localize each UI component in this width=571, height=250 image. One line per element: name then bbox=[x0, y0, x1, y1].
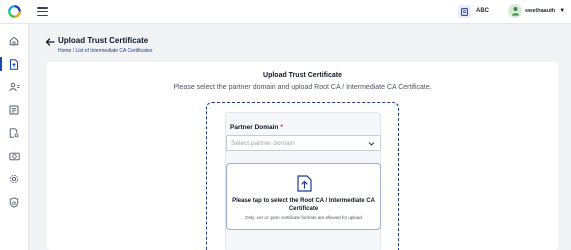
top-bar: ABC swethaauth ▼ bbox=[0, 0, 571, 24]
partner-domain-placeholder: Select partner domain bbox=[231, 140, 295, 147]
upload-instruction-line1: Please tap to select the Root CA / Inter… bbox=[232, 198, 375, 204]
partner-domain-label: Partner Domain * bbox=[230, 124, 283, 131]
sidebar bbox=[0, 24, 29, 250]
sidebar-item-documents[interactable] bbox=[7, 103, 21, 117]
hamburger-menu-icon[interactable] bbox=[37, 7, 48, 16]
breadcrumb-list-link[interactable]: List of Intermediate CA Certificates bbox=[76, 48, 153, 54]
upload-card: Upload Trust Certificate Please select t… bbox=[47, 62, 558, 250]
settings-icon bbox=[9, 174, 19, 184]
file-upload-icon bbox=[10, 58, 18, 70]
document-list-icon bbox=[9, 105, 19, 115]
breadcrumb-home-link[interactable]: Home bbox=[58, 48, 71, 54]
document-icon[interactable] bbox=[458, 5, 471, 18]
sidebar-item-security[interactable] bbox=[7, 195, 21, 209]
page-title: Upload Trust Certificate bbox=[58, 36, 149, 45]
back-arrow-icon[interactable] bbox=[45, 37, 55, 47]
org-label: ABC bbox=[476, 8, 489, 14]
file-upload-icon bbox=[297, 175, 312, 192]
sidebar-item-camera[interactable] bbox=[7, 149, 21, 163]
sidebar-item-settings[interactable] bbox=[7, 172, 21, 186]
sidebar-item-document-settings[interactable] bbox=[7, 126, 21, 140]
form-subtitle: Please select the partner domain and upl… bbox=[173, 84, 432, 91]
sidebar-item-upload[interactable] bbox=[0, 57, 21, 71]
username: swethaauth bbox=[525, 8, 556, 14]
upload-instruction: Please tap to select the Root CA / Inter… bbox=[227, 197, 380, 213]
sidebar-item-users[interactable] bbox=[7, 80, 21, 94]
breadcrumb: Home / List of Intermediate CA Certifica… bbox=[58, 48, 153, 54]
users-icon bbox=[8, 82, 19, 92]
certificate-upload-dropzone[interactable]: Please tap to select the Root CA / Inter… bbox=[226, 163, 381, 230]
chevron-down-icon bbox=[368, 142, 375, 146]
form-title: Upload Trust Certificate bbox=[263, 72, 342, 79]
upload-format-note: Only .cer or .pem certificate formats ar… bbox=[245, 215, 362, 220]
document-settings-icon bbox=[9, 128, 19, 138]
partner-domain-select[interactable]: Select partner domain bbox=[226, 135, 381, 151]
user-avatar-icon bbox=[508, 4, 522, 18]
colorful-ring-logo-icon bbox=[8, 5, 21, 18]
home-icon bbox=[9, 36, 19, 46]
upload-form-panel: Partner Domain * Select partner domain Pl… bbox=[225, 112, 381, 250]
upload-instruction-line2: Certificate bbox=[288, 206, 319, 212]
shield-icon bbox=[9, 196, 19, 208]
user-menu[interactable]: swethaauth ▼ bbox=[508, 4, 565, 18]
chevron-down-icon: ▼ bbox=[559, 8, 566, 14]
sidebar-item-home[interactable] bbox=[7, 34, 21, 48]
partner-domain-label-text: Partner Domain bbox=[230, 124, 279, 131]
required-marker: * bbox=[280, 124, 283, 131]
camera-icon bbox=[8, 152, 20, 161]
upload-dashed-area: Partner Domain * Select partner domain Pl… bbox=[206, 102, 399, 250]
